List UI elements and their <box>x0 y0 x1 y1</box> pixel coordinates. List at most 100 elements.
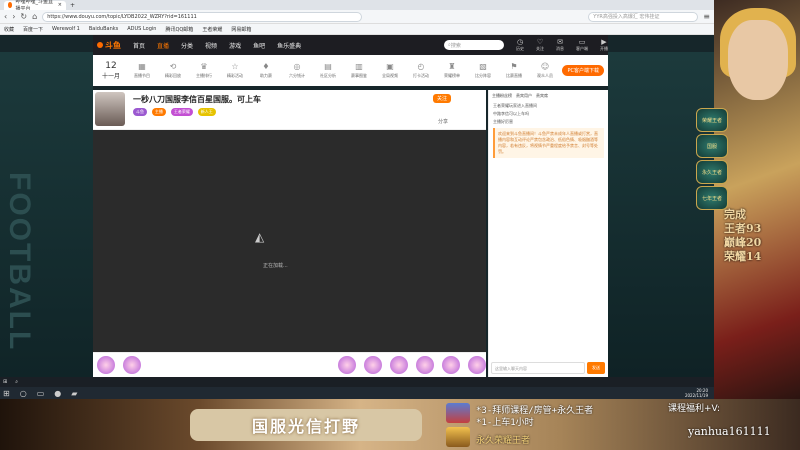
start-icon[interactable]: ⊞ <box>3 379 7 385</box>
taskbar-strip: ⊞ ⌕ <box>0 377 714 387</box>
category-item[interactable]: ♛ 主播排行 <box>190 62 218 79</box>
category-item[interactable]: ♜ 荣耀榜单 <box>438 62 466 79</box>
gift-item[interactable] <box>390 356 408 374</box>
client-label: 客户端 <box>576 45 588 51</box>
room-tag[interactable]: 斗鱼 <box>133 108 147 116</box>
bookmark-item[interactable]: Werewolf 1 <box>52 26 80 32</box>
hero-thumb <box>446 403 470 423</box>
browser-app-icon[interactable]: ● <box>54 389 61 398</box>
gift-item[interactable] <box>338 356 356 374</box>
gift-item[interactable] <box>468 356 486 374</box>
client-button[interactable]: ▭ 客户端 <box>576 38 588 52</box>
room-tag[interactable]: 王者荣耀 <box>170 108 193 116</box>
chart-icon: ▤ <box>324 62 332 71</box>
browser-tab[interactable]: 哔哩哔哩_斗鱼直播平台 × <box>4 0 66 12</box>
task-view-icon[interactable]: ▭ <box>37 389 45 398</box>
overlay-line: *1-上车1小时 <box>476 418 534 428</box>
menu-icon[interactable]: ≡ <box>703 12 710 21</box>
category-item[interactable]: ◴ 打卡活动 <box>407 62 435 79</box>
category-item[interactable]: ▥ 赛事图鉴 <box>345 62 373 79</box>
system-clock[interactable]: 20:20 2022/11/19 <box>685 388 708 398</box>
message-icon: ✉ <box>557 37 563 46</box>
category-item[interactable]: ▤ 社区分析 <box>314 62 342 79</box>
category-item[interactable]: ⟲ 精彩回放 <box>159 62 187 79</box>
category-item[interactable]: ♦ 助力赛 <box>252 62 280 79</box>
chat-tab[interactable]: 贵宾用户 <box>516 93 532 99</box>
chat-tab[interactable]: 贵宾席 <box>536 93 548 99</box>
category-item[interactable]: ▦ 直播节目 <box>128 62 156 79</box>
room-tags: 斗鱼 主播 王者荣耀 新人王 <box>133 108 219 116</box>
bookmark-item[interactable]: ADUS Login <box>127 26 156 32</box>
room-tag[interactable]: 新人王 <box>197 108 216 116</box>
nav-video[interactable]: 视频 <box>205 41 217 50</box>
back-icon[interactable]: ‹ <box>4 12 7 21</box>
trophy-icon: ♜ <box>448 62 456 71</box>
honor-badge: 荣耀王者 <box>696 108 728 132</box>
honor-badge: 永久王者 <box>696 160 728 184</box>
live-label: 开播 <box>600 45 608 51</box>
category-bar: 12 十一月 ▦ 直播节目 ⟲ 精彩回放 ♛ 主播排行 ☆ 精彩活动 ♦ 助力赛 ◎ 六分钱计… <box>93 55 608 86</box>
windows-start-icon[interactable]: ⊞ <box>3 389 10 398</box>
folder-app-icon[interactable]: ▰ <box>71 389 77 398</box>
nav-festival[interactable]: 鱼乐盛典 <box>277 41 301 50</box>
replay-icon: ⟲ <box>169 62 177 71</box>
site-logo[interactable]: 斗鱼 <box>97 40 121 51</box>
follow-button[interactable]: ♡ 关注 <box>536 38 544 52</box>
football-watermark: FOOTBALL <box>3 172 36 352</box>
category-item[interactable]: ☺ 观众人员 <box>531 62 559 79</box>
follow-button[interactable]: 关注 <box>433 94 452 103</box>
category-item[interactable]: ▣ 全局视频 <box>376 62 404 79</box>
url-input[interactable]: https://www.douyu.com/topic/LYDB2022_WZR… <box>42 11 363 22</box>
fish-logo-icon <box>97 42 103 48</box>
bookmark-item[interactable]: 网易邮箱 <box>231 26 251 33</box>
nav-home[interactable]: 首页 <box>133 41 145 50</box>
bookmark-item[interactable]: 收藏 <box>4 26 14 33</box>
category-item[interactable]: ▧ 比分阵容 <box>469 62 497 79</box>
reload-icon[interactable]: ↻ <box>20 12 27 21</box>
streamer-avatar[interactable] <box>95 92 125 126</box>
chat-tab[interactable]: 主播粉丝榜 <box>492 93 512 99</box>
browser-titlebar: 哔哩哔哩_斗鱼直播平台 × + <box>0 0 714 12</box>
nav-yuba[interactable]: 鱼吧 <box>253 41 265 50</box>
audience-icon: ☺ <box>540 62 550 71</box>
close-tab-icon[interactable]: × <box>58 2 62 8</box>
browser-search-input[interactable]: YYR高强投入高爆汇 宏伟挂证 <box>588 11 699 22</box>
search-icon[interactable]: ⌕ <box>15 379 18 385</box>
room-tag[interactable]: 主播 <box>151 108 166 116</box>
bookmark-item[interactable]: BaiduBanks <box>89 26 118 32</box>
forward-icon[interactable]: › <box>12 12 15 21</box>
pc-client-download-button[interactable]: PC客户端下载 <box>562 65 604 76</box>
nav-live[interactable]: 直播 <box>157 41 169 50</box>
book-icon: ▥ <box>355 62 363 71</box>
alarm-icon: ◴ <box>417 62 425 71</box>
chat-input[interactable]: 这里输入聊天内容 <box>491 362 585 374</box>
site-search-input[interactable]: ⌕ 搜索 <box>444 40 504 50</box>
bookmark-item[interactable]: 百度一下 <box>23 26 43 33</box>
chat-message: 中路李信可以上车吗 <box>493 111 529 116</box>
nav-category[interactable]: 分类 <box>181 41 193 50</box>
category-item[interactable]: ☆ 精彩活动 <box>221 62 249 79</box>
loading-text: 正在加载... <box>263 263 288 269</box>
nav-game[interactable]: 游戏 <box>229 41 241 50</box>
overlay-title: 国服光信打野 <box>190 409 422 441</box>
taskbar-search-icon[interactable]: ○ <box>20 389 27 398</box>
gift-item[interactable] <box>97 356 115 374</box>
category-item[interactable]: ⚑ 比赛直播 <box>500 62 528 79</box>
gift-item[interactable] <box>364 356 382 374</box>
history-button[interactable]: ◷ 历史 <box>516 38 524 52</box>
bookmark-item[interactable]: 腾讯QQ邮箱 <box>165 26 193 33</box>
gift-item[interactable] <box>416 356 434 374</box>
category-label: 主播排行 <box>196 73 212 78</box>
live-start-button[interactable]: ▶ 开播 <box>600 38 608 52</box>
stream-bottom-overlay: 国服光信打野 *3-拜师课程/房管+永久王者 *1-上车1小时 永久荣耀王者 课… <box>0 399 800 450</box>
category-item[interactable]: ◎ 六分钱计 <box>283 62 311 79</box>
gift-item[interactable] <box>123 356 141 374</box>
video-player[interactable]: ◭ 正在加载... <box>93 130 486 352</box>
share-button[interactable]: 分享 <box>438 118 448 125</box>
new-tab-button[interactable]: + <box>70 2 75 9</box>
home-icon[interactable]: ⌂ <box>32 12 37 21</box>
bookmark-item[interactable]: 王者荣耀 <box>202 26 222 33</box>
send-button[interactable]: 发送 <box>587 362 605 374</box>
message-button[interactable]: ✉ 消息 <box>556 37 564 52</box>
gift-item[interactable] <box>442 356 460 374</box>
